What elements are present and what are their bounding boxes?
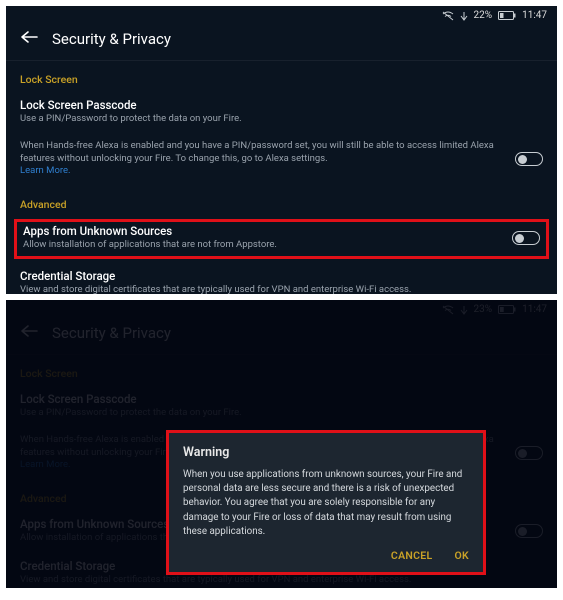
section-lockscreen-label: Lock Screen	[6, 355, 557, 386]
alexa-toggle	[515, 446, 543, 460]
learn-more-link[interactable]: Learn More.	[20, 165, 71, 176]
alexa-text-body: When Hands-free Alexa is enabled and you…	[20, 140, 494, 164]
row-title: Apps from Unknown Sources	[23, 224, 512, 238]
warning-dialog: Warning When you use applications from u…	[169, 433, 483, 572]
down-icon	[460, 305, 468, 315]
back-icon[interactable]	[20, 29, 38, 48]
alexa-toggle[interactable]	[515, 152, 543, 166]
back-icon	[20, 323, 38, 342]
wifi-off-icon	[442, 11, 454, 21]
ok-button[interactable]: OK	[455, 549, 470, 562]
page-title: Security & Privacy	[52, 30, 171, 48]
status-bar: 22% 11:47	[6, 6, 557, 23]
down-icon	[460, 11, 468, 21]
settings-screen-with-dialog: 23% 11:47 Security & Privacy Lock Screen…	[6, 300, 557, 588]
row-sub: Allow installation of applications that …	[23, 239, 512, 252]
battery-percent: 22%	[474, 10, 493, 21]
cancel-button[interactable]: CANCEL	[391, 549, 433, 562]
page-title: Security & Privacy	[52, 324, 171, 342]
clock: 11:47	[522, 10, 547, 21]
dialog-actions: CANCEL OK	[183, 549, 469, 562]
battery-icon	[498, 305, 516, 314]
unknown-sources-toggle[interactable]	[512, 231, 540, 245]
wifi-off-icon	[442, 305, 454, 315]
dialog-body: When you use applications from unknown s…	[183, 468, 469, 539]
warning-dialog-highlight: Warning When you use applications from u…	[166, 430, 486, 575]
alexa-text: When Hands-free Alexa is enabled and you…	[20, 140, 505, 178]
row-title: Lock Screen Passcode	[20, 98, 543, 112]
learn-more-link: Learn More.	[20, 459, 71, 470]
credential-storage-row[interactable]: Credential Storage View and store digita…	[6, 263, 557, 294]
status-bar: 23% 11:47	[6, 300, 557, 317]
battery-percent: 23%	[474, 304, 493, 315]
row-sub: View and store digital certificates that…	[20, 284, 543, 294]
row-title: Credential Storage	[20, 269, 543, 283]
settings-screen: 22% 11:47 Security & Privacy Lock Screen…	[6, 6, 557, 294]
row-sub: Use a PIN/Password to protect the data o…	[20, 407, 543, 420]
section-advanced-label: Advanced	[6, 186, 557, 217]
unknown-sources-toggle	[515, 524, 543, 538]
clock: 11:47	[522, 304, 547, 315]
unknown-sources-highlight: Apps from Unknown Sources Allow installa…	[14, 219, 549, 259]
header: Security & Privacy	[6, 23, 557, 61]
row-title: Lock Screen Passcode	[20, 392, 543, 406]
lockscreen-passcode-row: Lock Screen Passcode Use a PIN/Password …	[6, 386, 557, 428]
row-sub: View and store digital certificates that…	[20, 574, 543, 587]
battery-icon	[498, 11, 516, 20]
alexa-info-row: When Hands-free Alexa is enabled and you…	[6, 134, 557, 186]
lockscreen-passcode-row[interactable]: Lock Screen Passcode Use a PIN/Password …	[6, 92, 557, 134]
dialog-title: Warning	[183, 445, 469, 460]
section-lockscreen-label: Lock Screen	[6, 61, 557, 92]
header: Security & Privacy	[6, 317, 557, 355]
row-sub: Use a PIN/Password to protect the data o…	[20, 113, 543, 126]
